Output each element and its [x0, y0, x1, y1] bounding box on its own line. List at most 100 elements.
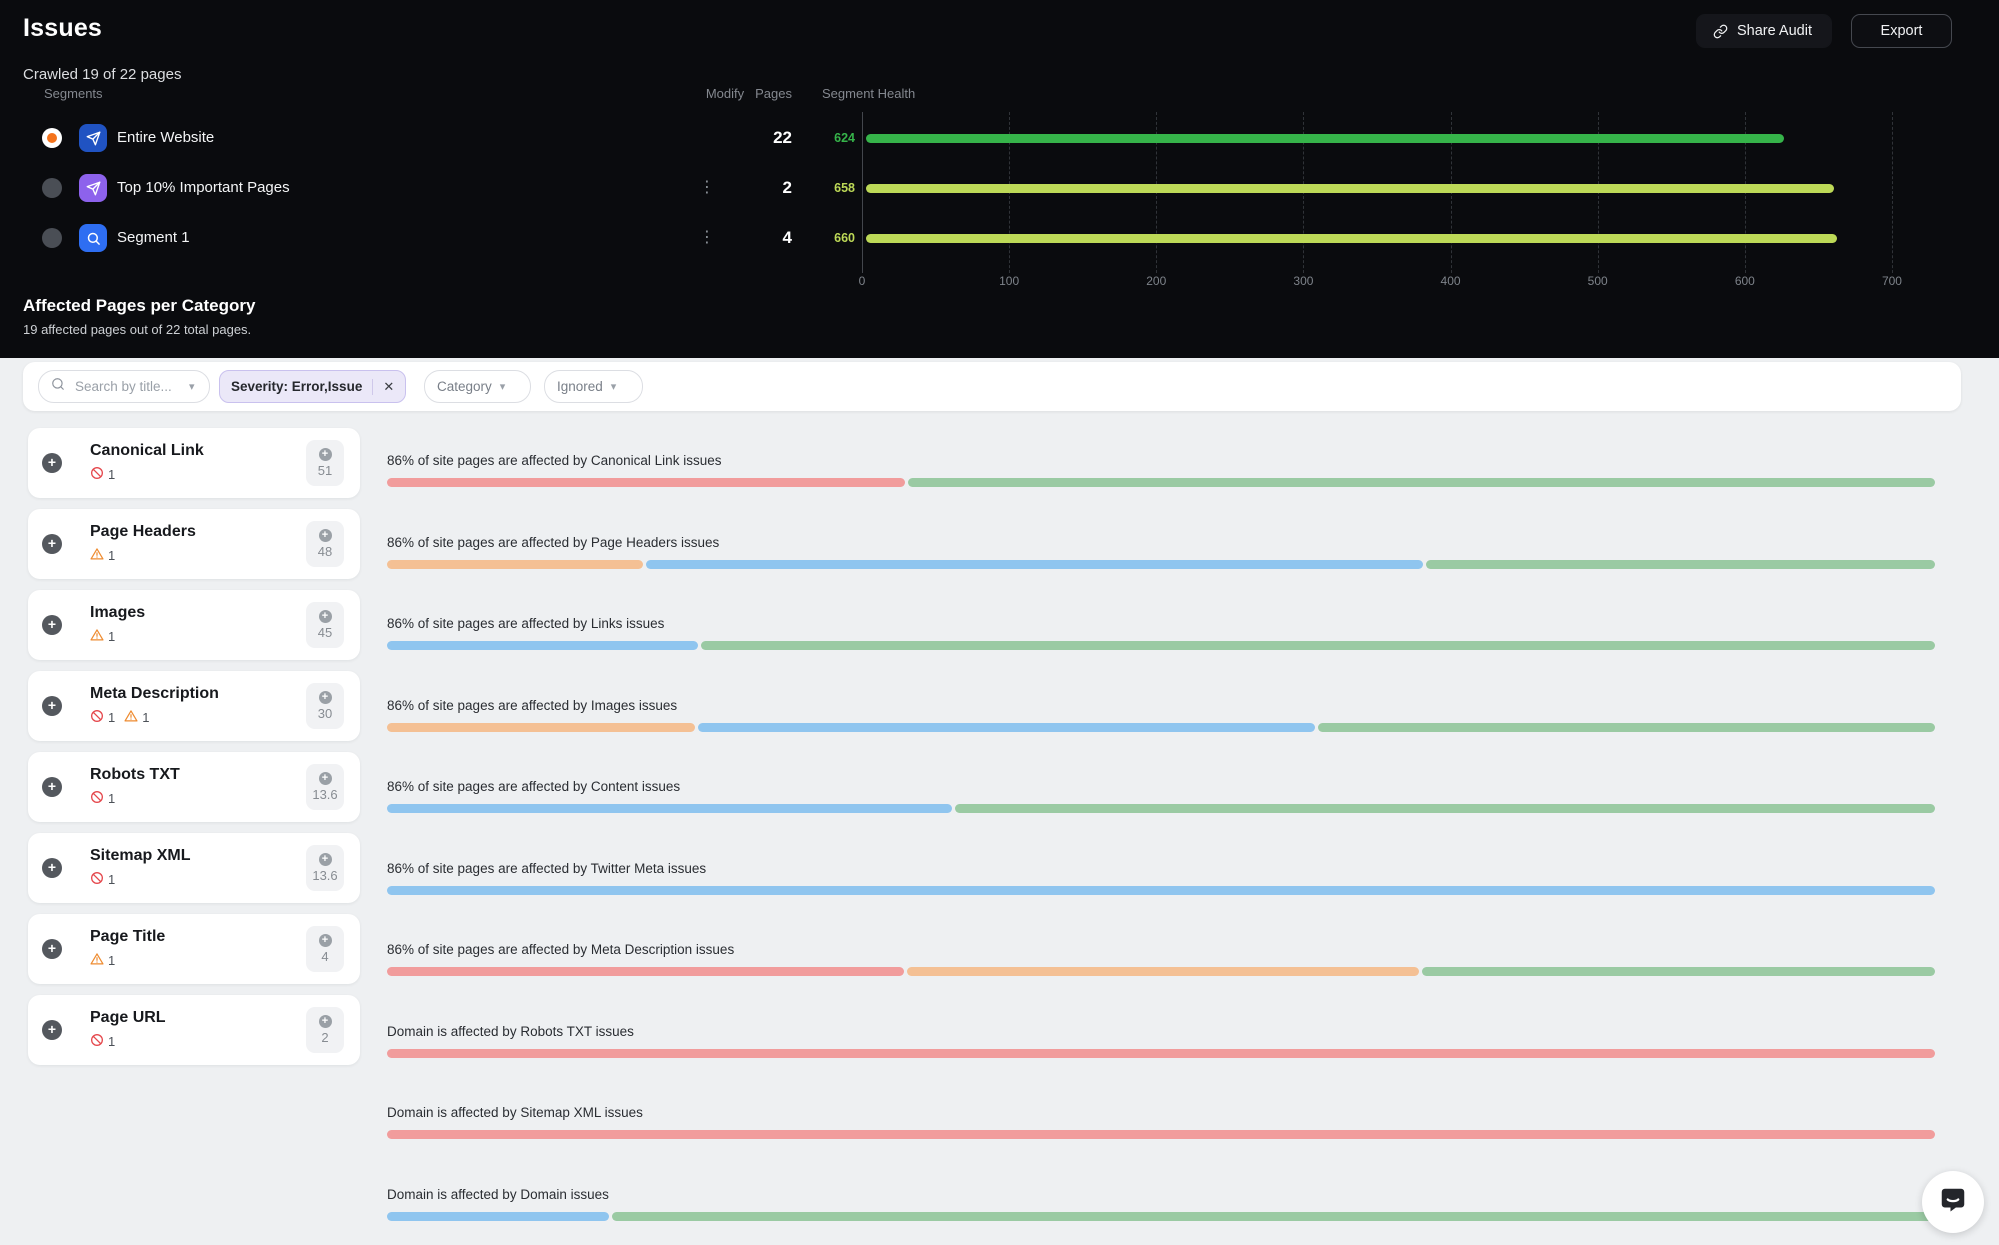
search-input[interactable] — [73, 378, 181, 395]
category-score-button[interactable]: +48 — [306, 521, 344, 567]
plus-circle-icon: + — [319, 691, 332, 704]
search-input-pill[interactable]: ▾ — [38, 370, 210, 403]
segment-radio[interactable] — [42, 178, 62, 198]
category-score-button[interactable]: +4 — [306, 926, 344, 972]
prohibited-icon — [90, 871, 104, 888]
category-title: Images — [90, 604, 145, 622]
segment-pages-count: 2 — [738, 178, 792, 198]
axis-tick-label: 500 — [1588, 274, 1608, 288]
plus-circle-icon: + — [319, 772, 332, 785]
affected-row-bar — [387, 1049, 1935, 1058]
chat-icon — [1938, 1185, 1968, 1220]
bar-segment-error — [387, 478, 905, 487]
category-card[interactable]: +Page URL1+2 — [28, 995, 360, 1065]
expand-category-button[interactable]: + — [42, 858, 62, 878]
severity-filter-chip[interactable]: Severity: Error,Issue ✕ — [219, 370, 406, 403]
axis-tick-label: 200 — [1146, 274, 1166, 288]
affected-row-bar — [387, 560, 1935, 569]
bar-segment-healthy — [908, 478, 1935, 487]
warning-count-value: 1 — [108, 953, 115, 968]
segment-name: Top 10% Important Pages — [117, 179, 290, 196]
affected-row-label: 86% of site pages are affected by Images… — [387, 698, 1935, 713]
category-card[interactable]: + Sitemap XML 1 +13.6 — [28, 833, 360, 903]
expand-category-button[interactable]: + — [42, 696, 62, 716]
page-title: Issues — [23, 14, 102, 43]
error-count: 1 — [90, 790, 115, 807]
error-count: 1 — [90, 871, 115, 888]
warning-count: 1 — [90, 547, 115, 564]
category-card[interactable]: + Meta Description 11 +30 — [28, 671, 360, 741]
category-card[interactable]: + Page Title 1 +4 — [28, 914, 360, 984]
prohibited-icon — [90, 466, 104, 483]
export-button[interactable]: Export — [1851, 14, 1952, 48]
plus-circle-icon: + — [319, 448, 332, 461]
affected-row: 86% of site pages are affected by Canoni… — [387, 453, 1935, 468]
category-score-button[interactable]: +13.6 — [306, 845, 344, 891]
affected-row-bar — [387, 1212, 1935, 1221]
send-icon — [79, 174, 107, 202]
remove-severity-filter-icon[interactable]: ✕ — [372, 379, 394, 395]
link-icon — [1713, 24, 1728, 39]
affected-row: 86% of site pages are affected by Links … — [387, 616, 1935, 631]
expand-category-button[interactable]: + — [42, 615, 62, 635]
category-score-button[interactable]: +13.6 — [306, 764, 344, 810]
category-card[interactable]: + Images 1 +45 — [28, 590, 360, 660]
category-card[interactable]: +Canonical Link1+51 — [28, 428, 360, 498]
affected-row-bar — [387, 641, 1935, 650]
segment-health-value: 624 — [795, 131, 855, 145]
category-title: Robots TXT — [90, 766, 180, 784]
affected-row-label: 86% of site pages are affected by Page H… — [387, 535, 1935, 550]
expand-category-button[interactable]: + — [42, 453, 62, 473]
plus-circle-icon: + — [319, 934, 332, 947]
affected-row-label: 86% of site pages are affected by Conten… — [387, 779, 1935, 794]
category-score-button[interactable]: +30 — [306, 683, 344, 729]
chat-launcher-button[interactable] — [1922, 1171, 1984, 1233]
expand-category-button[interactable]: + — [42, 939, 62, 959]
bar-segment-notice — [387, 641, 698, 650]
warning-icon — [124, 709, 138, 726]
category-score-button[interactable]: +51 — [306, 440, 344, 486]
category-score-button[interactable]: +2 — [306, 1007, 344, 1053]
kebab-menu-icon[interactable]: ⋮ — [697, 177, 717, 197]
error-count: 1 — [90, 709, 115, 726]
category-score-button[interactable]: +45 — [306, 602, 344, 648]
share-audit-button[interactable]: Share Audit — [1696, 14, 1832, 48]
expand-category-button[interactable]: + — [42, 1020, 62, 1040]
error-count: 1 — [90, 1033, 115, 1050]
category-title: Page Title — [90, 928, 165, 946]
segment-row: Entire Website22624 — [0, 124, 1999, 152]
axis-tick-label: 700 — [1882, 274, 1902, 288]
warning-count: 1 — [124, 709, 149, 726]
segment-radio[interactable] — [42, 128, 62, 148]
category-filter-dropdown[interactable]: Category ▾ — [424, 370, 531, 403]
affected-row-bar — [387, 1130, 1935, 1139]
segment-pages-count: 4 — [738, 228, 792, 248]
segment-name: Entire Website — [117, 129, 214, 146]
filter-bar: ▾ Severity: Error,Issue ✕ Category ▾ Ign… — [23, 362, 1961, 411]
expand-category-button[interactable]: + — [42, 534, 62, 554]
warning-count-value: 1 — [108, 548, 115, 563]
segment-radio[interactable] — [42, 228, 62, 248]
bar-segment-notice — [387, 886, 1935, 895]
warning-count: 1 — [90, 628, 115, 645]
affected-row-bar — [387, 723, 1935, 732]
category-card[interactable]: + Robots TXT 1 +13.6 — [28, 752, 360, 822]
affected-row: 86% of site pages are affected by Page H… — [387, 535, 1935, 550]
bar-segment-notice — [698, 723, 1315, 732]
expand-category-button[interactable]: + — [42, 777, 62, 797]
bar-segment-notice — [646, 560, 1423, 569]
kebab-menu-icon[interactable]: ⋮ — [697, 227, 717, 247]
category-severity-counts: 1 — [90, 547, 115, 564]
send-icon — [79, 124, 107, 152]
category-severity-counts: 1 — [90, 628, 115, 645]
ignored-filter-dropdown[interactable]: Ignored ▾ — [544, 370, 643, 403]
bar-segment-notice — [387, 1212, 609, 1221]
chevron-down-icon: ▾ — [189, 380, 195, 393]
category-title: Meta Description — [90, 685, 219, 703]
category-severity-counts: 1 — [90, 790, 115, 807]
category-title: Sitemap XML — [90, 847, 190, 865]
bar-segment-warning — [387, 560, 643, 569]
bar-segment-warning — [387, 723, 695, 732]
error-count-value: 1 — [108, 467, 115, 482]
category-card[interactable]: +Page Headers1+48 — [28, 509, 360, 579]
